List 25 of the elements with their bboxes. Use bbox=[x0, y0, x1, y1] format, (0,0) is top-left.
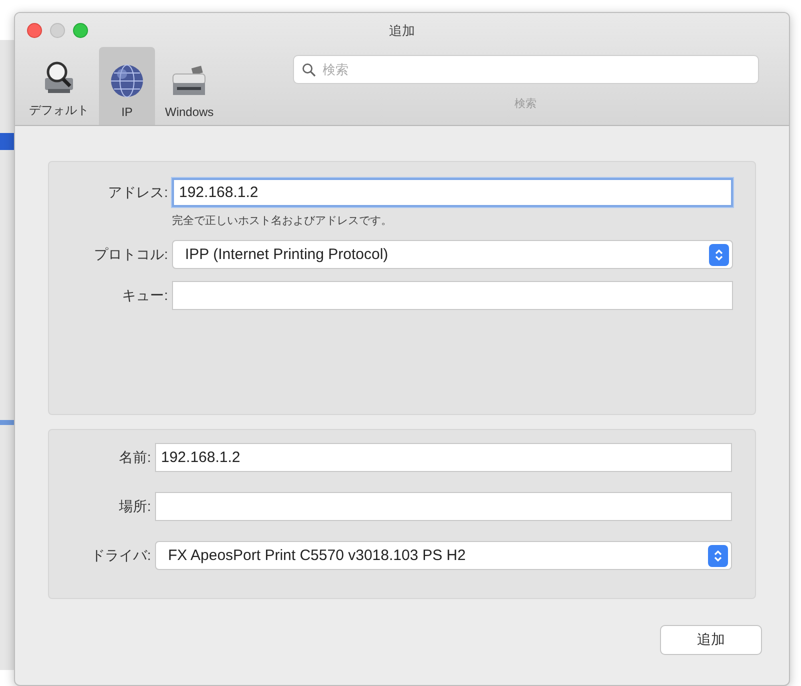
field-label: プロトコル: bbox=[94, 246, 168, 262]
text-field[interactable] bbox=[172, 281, 733, 310]
stepper-icon bbox=[708, 544, 728, 566]
field-label: 名前: bbox=[119, 448, 151, 464]
toolbar-tab[interactable]: デフォルト bbox=[23, 47, 95, 125]
text-field[interactable]: 192.168.1.2 bbox=[172, 178, 733, 207]
field-label: キュー: bbox=[122, 286, 168, 302]
window-title: 追加 bbox=[389, 22, 415, 40]
toolbar-tab[interactable]: Windows bbox=[159, 47, 220, 125]
field-label: 場所: bbox=[119, 498, 151, 514]
text-field[interactable]: 192.168.1.2 bbox=[155, 443, 732, 472]
minimize-button[interactable] bbox=[50, 22, 65, 38]
add-button[interactable]: 追加 bbox=[660, 625, 762, 655]
toolbar-tab[interactable]: IP bbox=[99, 47, 155, 125]
close-button[interactable] bbox=[27, 22, 42, 38]
stepper-icon bbox=[709, 244, 729, 266]
popup-button[interactable]: FX ApeosPort Print C5570 v3018.103 PS H2 bbox=[155, 541, 732, 570]
field-label: ドライバ: bbox=[91, 546, 151, 562]
field-label: アドレス: bbox=[108, 184, 168, 200]
search-field[interactable]: 検索 bbox=[292, 55, 759, 84]
popup-button[interactable]: IPP (Internet Printing Protocol) bbox=[172, 240, 733, 269]
zoom-button[interactable] bbox=[73, 22, 88, 38]
hint-text: 完全で正しいホスト名およびアドレスです。 bbox=[172, 214, 392, 228]
search-label: 検索 bbox=[514, 96, 537, 111]
text-field[interactable] bbox=[155, 492, 732, 521]
